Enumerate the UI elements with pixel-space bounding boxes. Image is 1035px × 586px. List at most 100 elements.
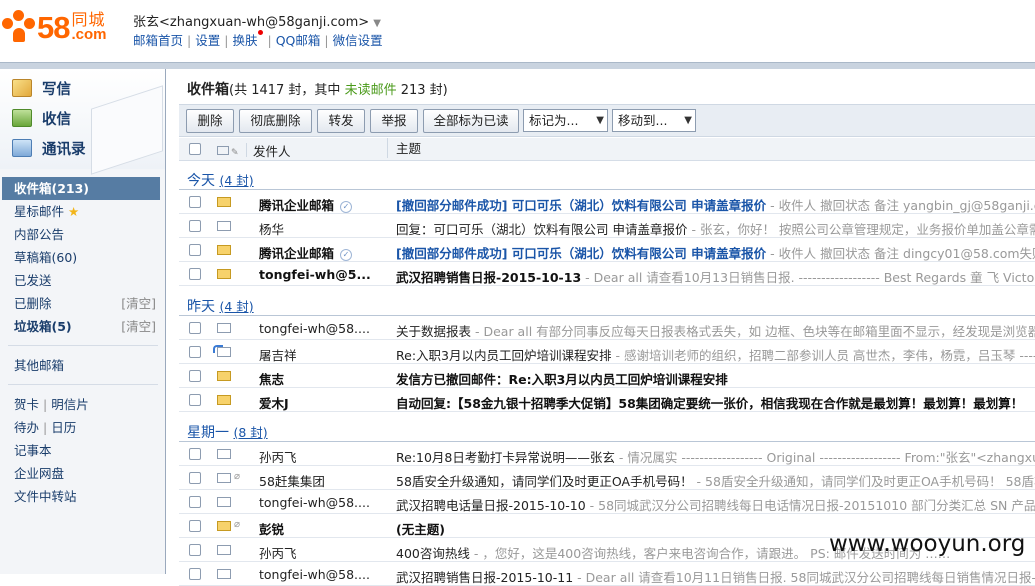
mark-as-select[interactable]: 标记为... ▼ <box>523 109 608 132</box>
contacts-icon <box>12 139 32 157</box>
link-settings[interactable]: 设置 <box>195 33 220 48</box>
column-header: ✎ 发件人 主题 <box>179 138 1035 161</box>
mail-row[interactable]: 孙丙飞 Re:10月8日考勤打卡异常说明——张玄 - 情况属实 --------… <box>179 442 1035 466</box>
contacts-button[interactable]: 通讯录 <box>12 137 86 159</box>
group-count-link[interactable]: (8 封) <box>233 425 267 440</box>
folder-drafts[interactable]: 草稿箱(60) <box>0 246 166 269</box>
compose-button[interactable]: 写信 <box>12 77 71 99</box>
attachment-icon: ⌀ <box>234 519 241 530</box>
mail-row[interactable]: tongfei-wh@58.... 武汉招聘销售日报-2015-10-11 - … <box>179 562 1035 586</box>
folder-deleted[interactable]: 已删除 [清空] <box>0 292 166 315</box>
unread-envelope-icon <box>217 521 231 531</box>
column-subject[interactable]: 主题 <box>387 138 421 158</box>
read-envelope-icon <box>217 545 231 555</box>
mail-row[interactable]: ⌀ 58赶集集团 58盾安全升级通知，请同学们及时更正OA手机号码！ - 58盾… <box>179 466 1035 490</box>
logo-number: 58 <box>37 10 70 45</box>
chevron-down-icon: ▼ <box>596 115 604 126</box>
unread-envelope-icon <box>217 395 231 405</box>
link-netdisk[interactable]: 企业网盘 <box>0 462 166 485</box>
move-to-select[interactable]: 移动到... ▼ <box>612 109 696 132</box>
row-checkbox[interactable] <box>189 220 201 232</box>
row-checkbox[interactable] <box>189 544 201 556</box>
mail-row[interactable]: 焦志 发信方已撤回邮件：Re:入职3月以内员工回炉培训课程安排 <box>179 364 1035 388</box>
receive-icon <box>12 109 32 127</box>
mail-row[interactable]: 杨华 回复：可口可乐（湖北）饮料有限公司 申请盖章报价 - 张玄，你好！ 按照公… <box>179 214 1035 238</box>
select-all-checkbox[interactable] <box>189 143 201 155</box>
envelope-decoration <box>91 85 163 175</box>
row-checkbox[interactable] <box>189 322 201 334</box>
logo-mark-icon <box>2 10 36 46</box>
mail-row[interactable]: 屠吉祥 Re:入职3月以内员工回炉培训课程安排 - 感谢培训老师的组织，招聘二部… <box>179 340 1035 364</box>
folder-inbox[interactable]: 收件箱(213) <box>2 177 160 200</box>
chevron-down-icon[interactable]: ▼ <box>373 18 381 29</box>
58-logo[interactable]: 58 同城 .com <box>2 8 107 48</box>
inbox-title: 收件箱(共 1417 封，其中 未读邮件 213 封) <box>187 82 448 98</box>
permanent-delete-button[interactable]: 彻底删除 <box>239 109 312 133</box>
receive-button[interactable]: 收信 <box>12 107 71 129</box>
account-email: <zhangxuan-wh@58ganji.com> <box>159 15 370 30</box>
forward-button[interactable]: 转发 <box>317 109 365 133</box>
new-dot-icon <box>258 30 264 35</box>
unread-link[interactable]: 未读邮件 <box>345 83 397 98</box>
mark-all-read-button[interactable]: 全部标为已读 <box>423 109 519 133</box>
replied-icon <box>213 345 231 357</box>
folder-junk[interactable]: 垃圾箱(5) [清空] <box>0 315 166 338</box>
compose-icon <box>12 79 32 97</box>
row-checkbox[interactable] <box>189 268 201 280</box>
star-icon: ★ <box>68 204 80 219</box>
row-checkbox[interactable] <box>189 394 201 406</box>
link-notes[interactable]: 记事本 <box>0 439 166 462</box>
mail-row[interactable]: 腾讯企业邮箱 ✓ [撤回部分邮件成功] 可口可乐（湖北）饮料有限公司 申请盖章报价… <box>179 190 1035 214</box>
column-from[interactable]: 发件人 <box>253 141 291 160</box>
row-checkbox[interactable] <box>189 346 201 358</box>
report-button[interactable]: 举报 <box>370 109 418 133</box>
account-info[interactable]: 张玄<zhangxuan-wh@58ganji.com> ▼ <box>133 11 381 30</box>
group-count-link[interactable]: (4 封) <box>219 299 253 314</box>
clear-junk-link[interactable]: [清空] <box>121 315 156 338</box>
header: 58 同城 .com 张玄<zhangxuan-wh@58ganji.com> ▼… <box>0 0 1035 62</box>
account-name: 张玄 <box>133 15 160 30</box>
link-skin[interactable]: 换肤 <box>232 33 257 48</box>
link-calendar[interactable]: 日历 <box>51 420 76 435</box>
mail-row[interactable]: 腾讯企业邮箱 ✓ [撤回部分邮件成功] 可口可乐（湖北）饮料有限公司 申请盖章报价… <box>179 238 1035 262</box>
row-checkbox[interactable] <box>189 496 201 508</box>
link-todo[interactable]: 待办 <box>14 420 39 435</box>
link-qq-mail[interactable]: QQ邮箱 <box>276 33 321 48</box>
folder-sent[interactable]: 已发送 <box>0 269 166 292</box>
row-checkbox[interactable] <box>189 520 201 532</box>
group-today: 今天 (4 封) <box>179 168 1035 190</box>
row-checkbox[interactable] <box>189 196 201 208</box>
toolbar: 删除 彻底删除 转发 举报 全部标为已读 标记为... ▼ 移动到... ▼ <box>179 104 1035 137</box>
row-checkbox[interactable] <box>189 370 201 382</box>
row-checkbox[interactable] <box>189 568 201 580</box>
mail-row[interactable]: tongfei-wh@58.... 关于数据报表 - Dear all 有部分同… <box>179 316 1035 340</box>
tools-cards: 贺卡 | 明信片 <box>14 397 89 412</box>
link-greeting-card[interactable]: 贺卡 <box>14 397 39 412</box>
link-wechat-settings[interactable]: 微信设置 <box>333 33 383 48</box>
unread-envelope-icon <box>217 269 231 279</box>
mail-row[interactable]: tongfei-wh@58.... 武汉招聘电话量日报-2015-10-10 -… <box>179 490 1035 514</box>
top-links: 邮箱首页 | 设置 | 换肤 | QQ邮箱 | 微信设置 <box>133 30 383 49</box>
row-checkbox[interactable] <box>189 448 201 460</box>
header-divider <box>0 62 1035 69</box>
row-checkbox[interactable] <box>189 244 201 256</box>
verified-badge-icon: ✓ <box>340 200 353 213</box>
unread-envelope-icon <box>217 245 231 255</box>
clear-deleted-link[interactable]: [清空] <box>121 292 156 315</box>
link-postcard[interactable]: 明信片 <box>51 397 89 412</box>
folder-starred[interactable]: 星标邮件 ★ <box>0 200 166 223</box>
delete-button[interactable]: 删除 <box>186 109 234 133</box>
mail-row[interactable]: tongfei-wh@5... 武汉招聘销售日报-2015-10-13 - De… <box>179 262 1035 286</box>
row-checkbox[interactable] <box>189 472 201 484</box>
link-file-transfer[interactable]: 文件中转站 <box>0 485 166 508</box>
mail-row[interactable]: 爱木J 自动回复:【58金九银十招聘季大促销】58集团确定要统一张价，相信我现在… <box>179 388 1035 412</box>
link-mail-home[interactable]: 邮箱首页 <box>133 33 183 48</box>
read-envelope-icon <box>217 449 231 459</box>
folder-other-mailboxes[interactable]: 其他邮箱 <box>0 354 166 377</box>
folder-announcements[interactable]: 内部公告 <box>0 223 166 246</box>
divider <box>8 377 158 385</box>
chevron-down-icon: ▼ <box>684 115 692 126</box>
group-count-link[interactable]: (4 封) <box>219 173 253 188</box>
group-yesterday: 昨天 (4 封) <box>179 294 1035 316</box>
read-envelope-icon <box>217 221 231 231</box>
